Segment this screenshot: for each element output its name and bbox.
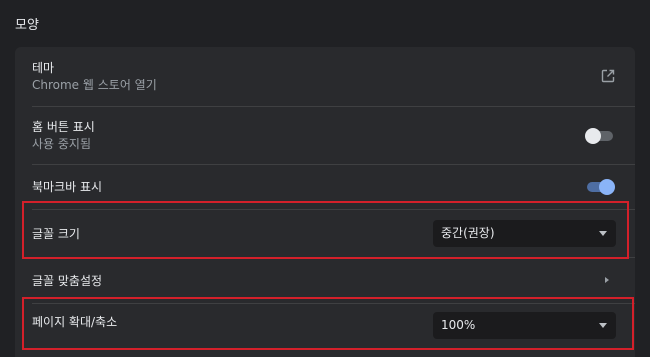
theme-sublabel: Chrome 웹 스토어 열기 bbox=[32, 78, 157, 92]
home-button-toggle[interactable] bbox=[585, 127, 615, 145]
bookmark-bar-label: 북마크바 표시 bbox=[32, 180, 103, 194]
page-zoom-select[interactable]: 100% bbox=[433, 312, 616, 339]
bookmark-bar-toggle[interactable] bbox=[585, 178, 615, 196]
home-button-sublabel: 사용 중지됨 bbox=[32, 137, 92, 151]
section-title: 모양 bbox=[15, 18, 39, 33]
font-size-value: 중간(권장) bbox=[441, 226, 495, 240]
bookmark-bar-row: 북마크바 표시 bbox=[15, 164, 635, 209]
theme-row[interactable]: 테마 Chrome 웹 스토어 열기 bbox=[15, 47, 635, 106]
home-button-row: 홈 버튼 표시 사용 중지됨 bbox=[15, 106, 635, 164]
custom-fonts-row[interactable]: 글꼴 맞춤설정 bbox=[15, 259, 635, 303]
toggle-knob bbox=[585, 128, 601, 144]
page-zoom-row: 페이지 확대/축소 100% bbox=[15, 303, 635, 357]
divider bbox=[32, 257, 635, 258]
appearance-settings-card: 테마 Chrome 웹 스토어 열기 홈 버튼 표시 사용 중지됨 북마크바 표… bbox=[15, 47, 635, 357]
page-zoom-label: 페이지 확대/축소 bbox=[32, 315, 118, 329]
font-size-select[interactable]: 중간(권장) bbox=[433, 220, 616, 247]
toggle-knob bbox=[599, 179, 615, 195]
page-zoom-value: 100% bbox=[441, 318, 476, 332]
font-size-row: 글꼴 크기 중간(권장) bbox=[15, 210, 635, 257]
custom-fonts-label: 글꼴 맞춤설정 bbox=[32, 274, 103, 288]
open-in-new-icon[interactable] bbox=[601, 69, 615, 83]
theme-label: 테마 bbox=[32, 61, 55, 75]
chevron-right-icon bbox=[605, 277, 609, 283]
chevron-down-icon bbox=[599, 231, 607, 236]
home-button-label: 홈 버튼 표시 bbox=[32, 120, 95, 134]
chevron-down-icon bbox=[599, 323, 607, 328]
font-size-label: 글꼴 크기 bbox=[32, 227, 80, 241]
